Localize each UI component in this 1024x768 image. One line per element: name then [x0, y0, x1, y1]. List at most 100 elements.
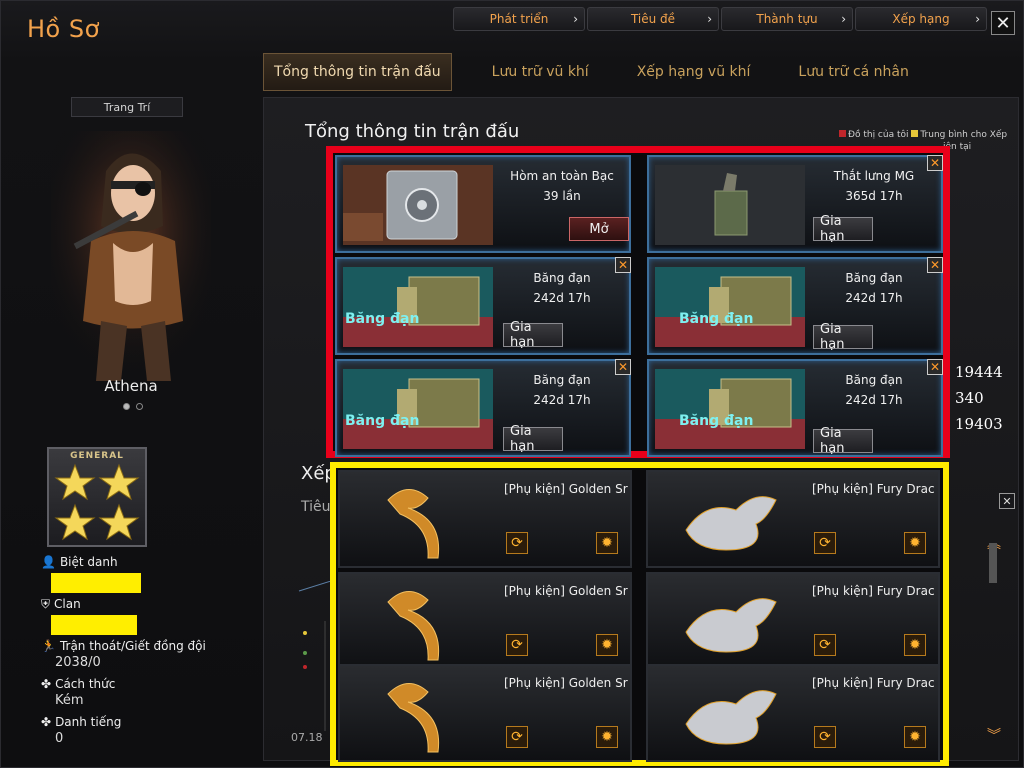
side-stats: 19444 340 19403 — [955, 359, 1003, 437]
close-icon[interactable]: ✕ — [927, 155, 943, 171]
item-detail: 242d 17h — [533, 291, 591, 305]
accessory-card[interactable]: [Phụ kiện] Golden Sr ⟳ ✹ — [338, 572, 632, 670]
accessory-card[interactable]: [Phụ kiện] Fury Drac ⟳ ✹ — [646, 572, 940, 670]
legend-avg: Trung bình cho Xếp — [920, 130, 1008, 140]
nav-achievements-button[interactable]: Thành tựu › — [721, 7, 853, 31]
panel-title: Tổng thông tin trận đấu — [305, 121, 520, 142]
stat-value: 340 — [955, 389, 984, 407]
legend-swatch-mine — [839, 130, 846, 137]
open-button[interactable]: Mở — [569, 217, 629, 241]
window-title: Hồ Sơ — [27, 15, 100, 43]
accessory-highlight-box: [Phụ kiện] Golden Sr ⟳ ✹ [Phụ kiện] Fury… — [330, 462, 949, 766]
section-subheading: Tiêu — [301, 499, 331, 515]
swap-icon[interactable]: ⟳ — [506, 726, 528, 748]
fury-dragon-icon — [685, 496, 777, 551]
thumb-label: Băng đạn — [345, 311, 420, 327]
pager-dot[interactable] — [136, 403, 143, 410]
item-name: Thắt lưng MG — [833, 169, 915, 183]
accessory-card[interactable]: [Phụ kiện] Fury Drac ⟳ ✹ — [646, 470, 940, 568]
tab-bar: Tổng thông tin trận đấu Lưu trữ vũ khí X… — [263, 53, 947, 91]
accessory-name: [Phụ kiện] Fury Drac — [812, 676, 935, 690]
close-icon[interactable]: ✕ — [991, 11, 1015, 35]
accessory-name: [Phụ kiện] Fury Drac — [812, 584, 935, 598]
nav-development-button[interactable]: Phát triển › — [453, 7, 585, 31]
redacted-nickname — [51, 573, 141, 593]
nav-label: Phát triển — [489, 12, 549, 26]
tab-weapon-storage[interactable]: Lưu trữ vũ khí — [482, 53, 599, 91]
inventory-card[interactable]: Băng đạn Băng đạn 242d 17h Gia hạn ✕ — [647, 257, 943, 355]
close-icon[interactable]: ✕ — [615, 359, 631, 375]
reputation-value: 0 — [55, 731, 64, 746]
golden-snake-icon — [387, 683, 440, 753]
quit-teamkill-value: 2038/0 — [55, 655, 101, 670]
accessory-card[interactable]: [Phụ kiện] Fury Drac ⟳ ✹ — [646, 664, 940, 762]
gear-icon[interactable]: ✹ — [904, 634, 926, 656]
item-name: Hòm an toàn Bạc — [510, 169, 614, 183]
accessory-side-panel: ✕ ︽ ︾ — [959, 493, 1019, 755]
extend-button[interactable]: Gia hạn — [813, 214, 873, 244]
profile-window: Hồ Sơ Phát triển › Tiêu đề › Thành tựu › Xế… — [0, 0, 1024, 768]
close-icon[interactable]: ✕ — [927, 359, 943, 375]
field-label: Danh tiếng — [55, 715, 122, 729]
profile-info: 👤 Biệt danh ⛨ Clan 🏃 Trận thoát/Giết đồng đ… — [41, 553, 241, 751]
scrollbar[interactable] — [989, 543, 997, 583]
inventory-card[interactable]: Băng đạn Băng đạn 242d 17h Gia hạn ✕ — [335, 359, 631, 457]
stats-graph — [298, 581, 331, 731]
tab-personal-storage[interactable]: Lưu trữ cá nhân — [788, 53, 919, 91]
inventory-card[interactable]: Băng đạn Băng đạn 242d 17h Gia hạn ✕ — [335, 257, 631, 355]
swap-icon[interactable]: ⟳ — [814, 726, 836, 748]
extend-button[interactable]: Gia hạn — [813, 426, 873, 456]
chevron-right-icon: › — [707, 12, 712, 26]
manner-value: Kém — [55, 693, 84, 708]
accessory-card[interactable]: [Phụ kiện] Golden Sr ⟳ ✹ — [338, 470, 632, 568]
mg-belt-icon — [655, 165, 805, 245]
pager-dot[interactable] — [123, 403, 130, 410]
clover-icon: ✤ — [41, 677, 52, 691]
quit-teamkill-row: 🏃 Trận thoát/Giết đồng đội — [41, 637, 241, 655]
extend-button[interactable]: Gia hạn — [813, 322, 873, 352]
ammo-icon — [343, 267, 493, 347]
item-name: Băng đạn — [845, 271, 903, 285]
swap-icon[interactable]: ⟳ — [506, 634, 528, 656]
gear-icon[interactable]: ✹ — [904, 532, 926, 554]
inventory-card[interactable]: Băng đạn Băng đạn 242d 17h Gia hạn ✕ — [647, 359, 943, 457]
swap-icon[interactable]: ⟳ — [506, 532, 528, 554]
rank-badge: GENERAL — [47, 447, 147, 547]
extend-button[interactable]: Gia hạn — [503, 320, 563, 350]
item-detail: 242d 17h — [845, 393, 903, 407]
close-icon[interactable]: ✕ — [927, 257, 943, 273]
swap-icon[interactable]: ⟳ — [814, 532, 836, 554]
tab-weapon-ranking[interactable]: Xếp hạng vũ khí — [627, 53, 761, 91]
tab-match-summary[interactable]: Tổng thông tin trận đấu — [263, 53, 452, 91]
decorate-button[interactable]: Trang Trí — [71, 97, 183, 117]
swap-icon[interactable]: ⟳ — [814, 634, 836, 656]
accessory-name: [Phụ kiện] Fury Drac — [812, 482, 935, 496]
ammo-icon — [655, 267, 805, 347]
user-icon: 👤 — [41, 555, 56, 569]
field-label: Cách thức — [55, 677, 116, 691]
thumb-label: Băng đạn — [679, 413, 754, 429]
nav-titles-button[interactable]: Tiêu đề › — [587, 7, 719, 31]
inventory-card[interactable]: Hòm an toàn Bạc 39 lần Mở — [335, 155, 631, 253]
field-label: Biệt danh — [59, 555, 118, 569]
inventory-card[interactable]: Thắt lưng MG 365d 17h Gia hạn ✕ — [647, 155, 943, 253]
thumb-label: Băng đạn — [345, 413, 420, 429]
safe-icon — [343, 165, 493, 245]
ammo-icon — [655, 369, 805, 449]
chevron-down-icon[interactable]: ︾ — [987, 725, 1001, 745]
redacted-clan — [51, 615, 137, 635]
legend-swatch-avg — [911, 130, 919, 137]
accessory-card[interactable]: [Phụ kiện] Golden Sr ⟳ ✹ — [338, 664, 632, 762]
gear-icon[interactable]: ✹ — [596, 726, 618, 748]
gear-icon[interactable]: ✹ — [596, 532, 618, 554]
nav-ranking-button[interactable]: Xếp hạng › — [855, 7, 987, 31]
gear-icon[interactable]: ✹ — [904, 726, 926, 748]
graph-date-label: 07.18 — [291, 731, 323, 744]
character-pager[interactable] — [123, 403, 143, 410]
extend-button[interactable]: Gia hạn — [503, 424, 563, 454]
runner-icon: 🏃 — [41, 639, 56, 653]
close-icon[interactable]: ✕ — [999, 493, 1015, 509]
close-icon[interactable]: ✕ — [615, 257, 631, 273]
gear-icon[interactable]: ✹ — [596, 634, 618, 656]
character-name: Athena — [104, 377, 158, 395]
